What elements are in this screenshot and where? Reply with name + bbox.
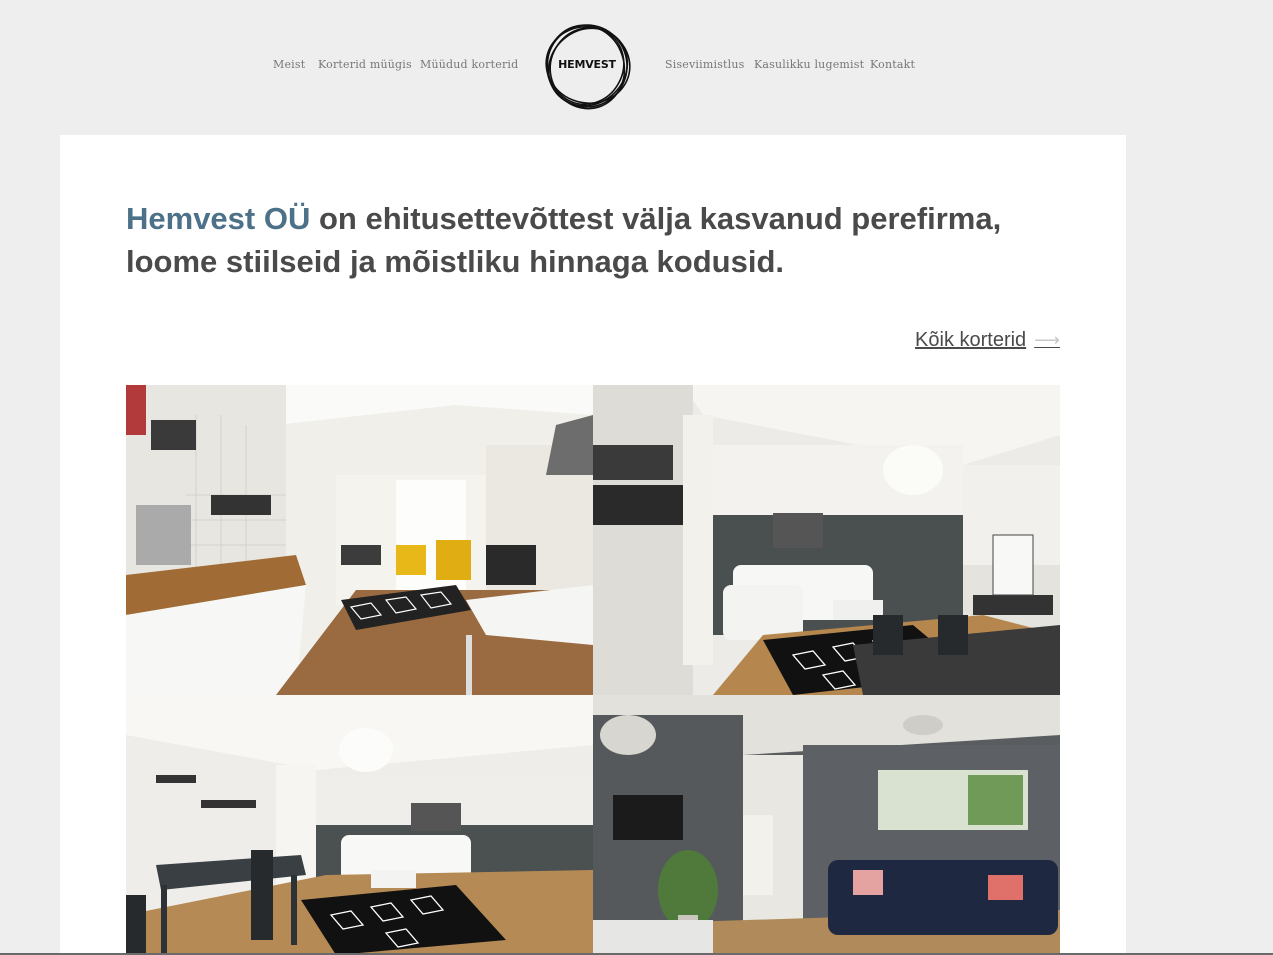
nav-link-korterid-muugis[interactable]: Korterid müügis [318, 58, 412, 71]
top-navigation: Meist Korterid müügis Müüdud korterid HE… [0, 0, 1273, 135]
arrow-right-icon: ⟶ [1034, 330, 1060, 350]
intro-headline: Hemvest OÜ on ehitusettevõttest välja ka… [126, 197, 1086, 283]
brand-name: Hemvest OÜ [126, 201, 311, 236]
apartment-photo-1[interactable] [126, 385, 593, 695]
apartment-photo-2[interactable] [593, 385, 1060, 695]
nav-link-meist[interactable]: Meist [273, 58, 305, 71]
nav-link-muudud-korterid[interactable]: Müüdud korterid [420, 58, 518, 71]
apartment-photo-3[interactable] [126, 695, 593, 955]
nav-link-siseviimistlus[interactable]: Siseviimistlus [665, 58, 745, 71]
apartment-gallery [126, 385, 1060, 955]
nav-link-kontakt[interactable]: Kontakt [870, 58, 915, 71]
all-apartments-link[interactable]: Kõik korterid ⟶ [915, 329, 1060, 352]
all-apartments-label: Kõik korterid [915, 329, 1027, 351]
hemvest-logo[interactable]: HEMVEST [541, 20, 633, 112]
logo-text: HEMVEST [558, 58, 616, 71]
content-card: Hemvest OÜ on ehitusettevõttest välja ka… [60, 135, 1126, 955]
nav-link-kasulikku-lugemist[interactable]: Kasulikku lugemist [754, 58, 864, 71]
apartment-photo-4[interactable] [593, 695, 1060, 955]
